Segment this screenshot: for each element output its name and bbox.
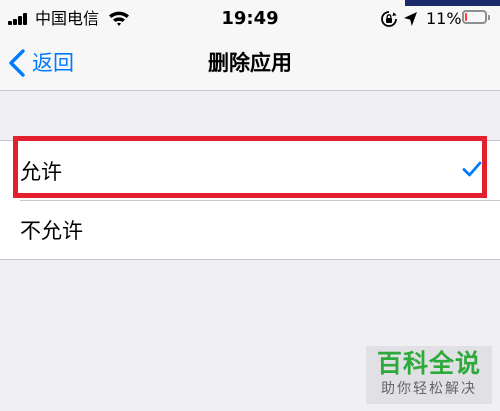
option-label: 允许 [20, 159, 62, 184]
top-accent-bar [405, 0, 500, 6]
battery-nub [488, 15, 490, 20]
watermark-subtitle: 助你轻松解决 [381, 381, 477, 397]
option-label: 不允许 [20, 218, 83, 243]
checkmark-icon [462, 161, 482, 177]
status-time: 19:49 [221, 8, 279, 29]
watermark-title: 百科全说 [376, 349, 481, 378]
settings-screen: 中国电信 19:49 11% 返回 删除应用 允许 不允许 百科全说 助你轻松解… [0, 0, 500, 411]
navigation-bar: 返回 删除应用 [0, 38, 500, 91]
watermark: 百科全说 助你轻松解决 [366, 346, 492, 404]
option-allow[interactable]: 允许 [0, 141, 500, 200]
battery-icon [462, 10, 490, 24]
battery-level [465, 13, 467, 21]
orientation-lock-icon [381, 11, 397, 27]
option-disallow[interactable]: 不允许 [0, 200, 500, 259]
location-icon [404, 12, 417, 26]
option-list: 允许 不允许 [0, 140, 500, 260]
page-title: 删除应用 [208, 51, 292, 75]
battery-percent: 11% [426, 9, 462, 28]
